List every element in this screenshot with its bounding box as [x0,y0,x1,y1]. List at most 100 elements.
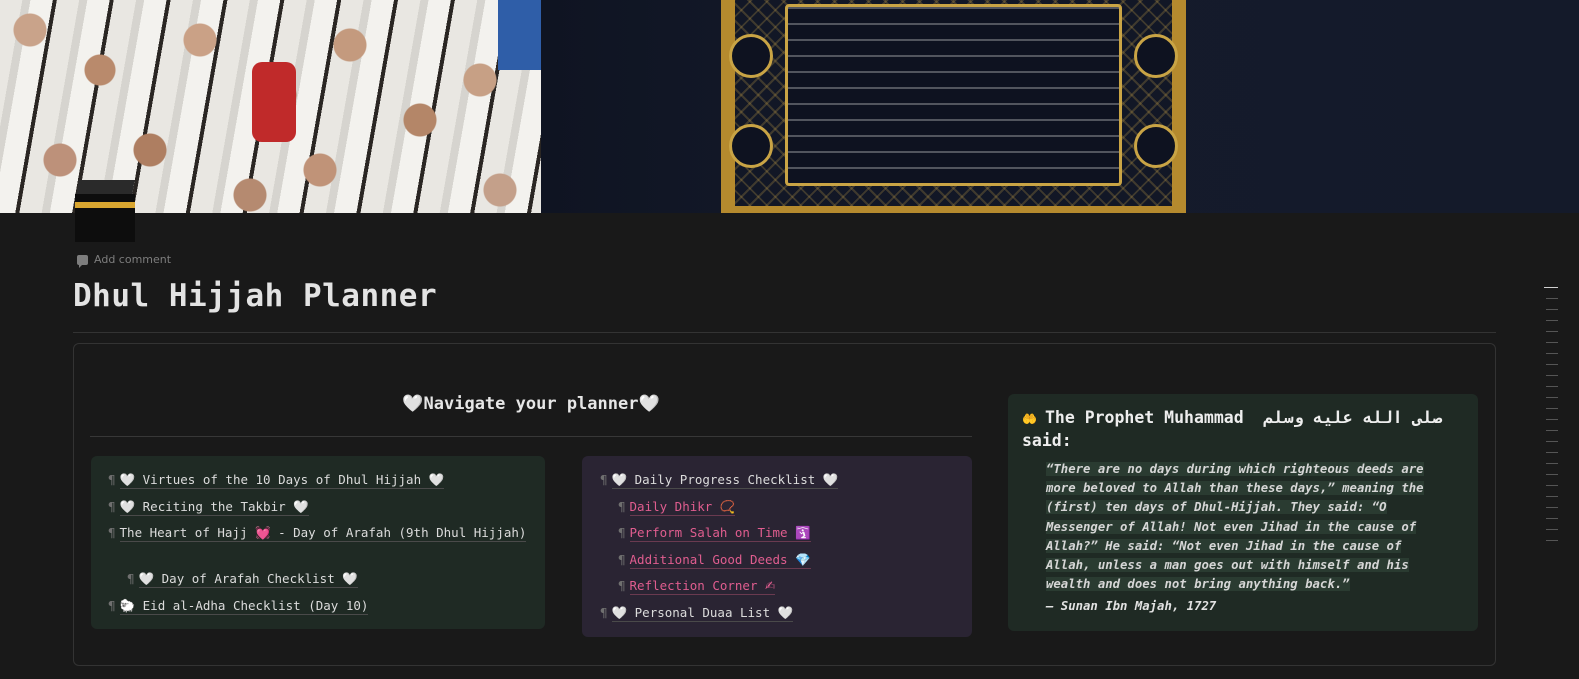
nav-link-label: Reciting the Takbir [142,499,286,514]
pilcrow-icon: ¶ [127,571,135,586]
toc-tick[interactable] [1546,474,1558,475]
toc-tick[interactable] [1546,320,1558,321]
nav-link-daily-progress[interactable]: ¶ 🤍 Daily Progress Checklist 🤍 [600,470,839,490]
toc-tick[interactable] [1546,419,1558,420]
blue-veil-shape [498,0,541,70]
toc-tick[interactable] [1546,408,1558,409]
nav-card-middle: ¶ 🤍 Daily Progress Checklist 🤍 ¶ Daily Dhi… [582,456,972,637]
white-heart-icon: 🤍 [777,605,794,620]
roundel-ornament [729,34,773,78]
hadith-title-arabic: صلى الله عليه وسلم [1263,408,1443,427]
pilcrow-icon: ¶ [618,552,626,567]
nav-link-label: Eid al-Adha Checklist (Day 10) [142,598,369,613]
toc-tick[interactable] [1546,364,1558,365]
pilcrow-icon: ¶ [108,472,116,487]
prayer-beads-icon: 📿 [719,499,736,514]
toc-tick[interactable] [1546,353,1558,354]
hadith-line: Allah, unless a man goes out with himsel… [1046,558,1409,573]
toc-tick[interactable] [1546,430,1558,431]
add-comment-button[interactable]: Add comment [77,253,172,268]
nav-link-label: Additional Good Deeds [629,552,788,567]
toc-tick[interactable] [1544,287,1558,288]
nav-link-label: Daily Dhikr [629,499,713,514]
pilcrow-icon: ¶ [618,525,626,540]
place-of-worship-icon: 🛐 [795,525,811,540]
toc-tick[interactable] [1546,518,1558,519]
toc-tick[interactable] [1546,485,1558,486]
kiswa-photo [541,0,1579,213]
page-title[interactable]: Dhul Hijjah Planner [73,278,437,314]
writing-hand-icon: ✍ [765,578,776,593]
pilcrow-icon: ¶ [600,605,608,620]
nav-link-eid-checklist[interactable]: ¶ 🐑 Eid al-Adha Checklist (Day 10) [108,596,369,616]
hadith-line: more beloved to Allah than these days,” … [1046,481,1424,496]
gem-icon: 💎 [795,552,811,567]
nav-link-virtues[interactable]: ¶ 🤍 Virtues of the 10 Days of Dhul Hijjah… [108,470,445,490]
nav-link-daily-dhikr[interactable]: ¶ Daily Dhikr 📿 [618,497,736,517]
pilcrow-icon: ¶ [108,499,116,514]
toc-tick[interactable] [1546,507,1558,508]
toc-tick[interactable] [1546,540,1558,541]
nav-link-takbir[interactable]: ¶ 🤍 Reciting the Takbir 🤍 [108,497,309,517]
white-heart-icon: 🤍 [342,571,358,586]
toc-tick[interactable] [1546,397,1558,398]
toc-tick[interactable] [1546,298,1558,299]
hadith-title-prefix: The Prophet Muhammad [1044,408,1244,427]
navigate-heading[interactable]: 🤍Navigate your planner🤍 [90,394,972,414]
roundel-ornament [1134,34,1178,78]
toc-tick[interactable] [1546,496,1558,497]
toc-tick[interactable] [1546,529,1558,530]
pilcrow-icon: ¶ [618,499,626,514]
pilcrow-icon: ¶ [618,578,626,593]
hadith-line: Messenger of Allah! Not even Jihad in th… [1046,519,1417,534]
hadith-line: “There are no days during which righteou… [1046,462,1424,476]
hadith-text[interactable]: “There are no days during which righteou… [1046,460,1458,594]
pilcrow-icon: ¶ [600,472,608,487]
child-red-shirt-shape [252,62,296,142]
toc-tick[interactable] [1546,452,1558,453]
nav-link-perform-salah[interactable]: ¶ Perform Salah on Time 🛐 [618,523,811,543]
hadith-source[interactable]: — Sunan Ibn Majah, 1727 [1046,599,1216,613]
toc-tick[interactable] [1546,309,1558,310]
nav-link-duaa-list[interactable]: ¶ 🤍 Personal Duaa List 🤍 [600,603,794,623]
calligraphy-inner [785,4,1122,186]
hadith-title-suffix: said: [1022,431,1072,450]
toc-tick[interactable] [1546,441,1558,442]
white-heart-icon: 🤍 [119,472,136,487]
kiswa-calligraphy-panel [721,0,1186,213]
roundel-ornament [1134,124,1178,168]
hadith-line: Allah?” He said: “Not even Jihad in the … [1046,538,1402,553]
navigate-divider [90,436,972,437]
open-hands-icon: 🤲 [1022,412,1037,426]
nav-link-label: Perform Salah on Time [629,525,788,540]
white-heart-icon: 🤍 [428,472,445,487]
kaaba-icon[interactable] [73,180,137,242]
white-heart-icon: 🤍 [293,499,309,514]
sheep-icon: 🐑 [119,598,136,613]
pilcrow-icon: ¶ [108,525,116,540]
toc-tick[interactable] [1546,386,1558,387]
hadith-line: wealth and does not bring anything back.… [1046,577,1350,592]
nav-link-heart-of-hajj[interactable]: ¶ The Heart of Hajj 💓 - Day of Arafah (9t… [108,523,528,543]
hadith-callout: 🤲 The Prophet Muhammad صلى الله عليه وسلم… [1008,394,1478,631]
nav-link-good-deeds[interactable]: ¶ Additional Good Deeds 💎 [618,550,811,570]
toc-tick[interactable] [1546,331,1558,332]
nav-link-label: The Heart of Hajj 💓 - Day of Arafah (9th… [119,525,527,542]
nav-link-label: Virtues of the 10 Days of Dhul Hijjah [142,472,422,487]
kaaba-gold-band [75,202,135,208]
toc-tick[interactable] [1546,463,1558,464]
comment-icon [77,254,88,268]
white-heart-icon: 🤍 [611,472,628,487]
hadith-title[interactable]: 🤲 The Prophet Muhammad صلى الله عليه وسلم… [1022,407,1472,452]
white-heart-icon: 🤍 [822,472,839,487]
toc-tick[interactable] [1546,342,1558,343]
white-heart-icon: 🤍 [119,499,136,514]
nav-link-reflection-corner[interactable]: ¶ Reflection Corner ✍ [618,576,776,596]
nav-card-left: ¶ 🤍 Virtues of the 10 Days of Dhul Hijjah… [91,456,545,629]
table-of-contents-minimap[interactable] [1543,287,1559,551]
toc-tick[interactable] [1546,375,1558,376]
nav-link-arafah-checklist[interactable]: ¶ 🤍 Day of Arafah Checklist 🤍 [127,569,358,589]
add-comment-label: Add comment [94,253,172,266]
nav-link-label: Daily Progress Checklist [634,472,816,487]
white-heart-icon: 🤍 [138,571,155,586]
